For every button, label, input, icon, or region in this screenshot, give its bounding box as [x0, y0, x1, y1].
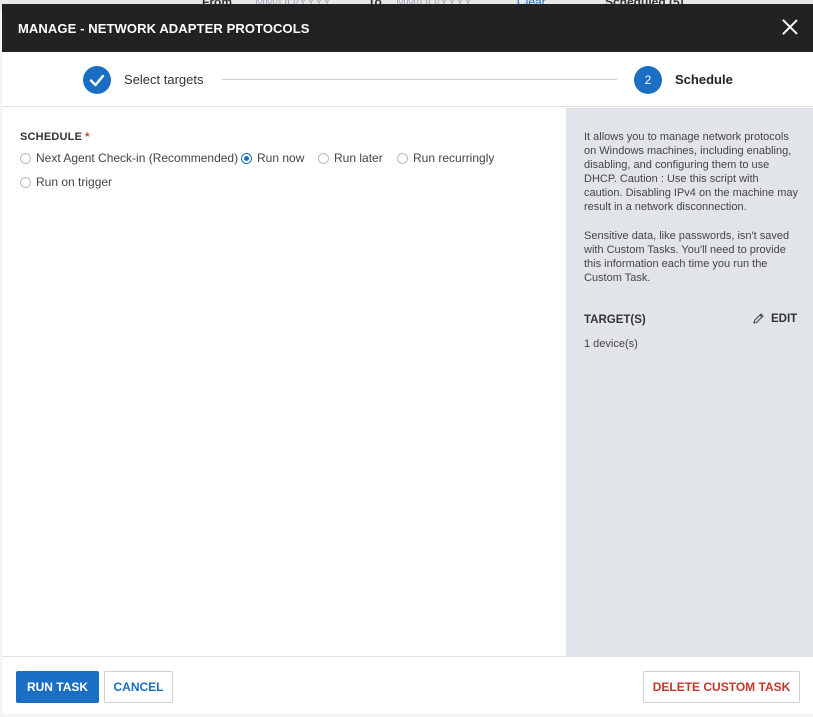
edit-targets-button[interactable]: EDIT — [752, 312, 797, 325]
schedule-label-text: SCHEDULE — [20, 131, 83, 143]
task-description: It allows you to manage network protocol… — [584, 130, 799, 285]
stepper: Select targets 2 Schedule — [2, 52, 813, 107]
description-text: It allows you to manage network protocol… — [584, 131, 799, 214]
radio-label: Run now — [257, 151, 305, 165]
manage-modal: MANAGE - NETWORK ADAPTER PROTOCOLS Selec… — [2, 4, 813, 714]
radio-run-on-trigger[interactable]: Run on trigger — [20, 175, 112, 189]
radio-label: Next Agent Check-in (Recommended) — [36, 151, 239, 165]
radio-next-agent-checkin[interactable]: Next Agent Check-in (Recommended) — [20, 151, 238, 165]
step-schedule-label: Schedule — [675, 72, 733, 87]
run-task-button[interactable]: RUN TASK — [16, 671, 99, 703]
targets-count: 1 device(s) — [584, 338, 638, 350]
modal-footer: RUN TASK CANCEL DELETE CUSTOM TASK — [2, 656, 813, 714]
modal-header: MANAGE - NETWORK ADAPTER PROTOCOLS — [2, 4, 813, 52]
info-side-panel: It allows you to manage network protocol… — [566, 108, 813, 656]
radio-circle[interactable] — [318, 152, 329, 164]
radio-circle[interactable] — [20, 176, 31, 188]
cancel-button[interactable]: CANCEL — [104, 671, 173, 703]
schedule-label: SCHEDULE * — [20, 131, 90, 143]
modal-title: MANAGE - NETWORK ADAPTER PROTOCOLS — [18, 21, 310, 36]
step-select-targets-circle[interactable] — [83, 66, 111, 94]
step-select-targets-label[interactable]: Select targets — [124, 72, 204, 87]
radio-run-now[interactable]: Run now — [241, 151, 304, 165]
step-schedule-circle: 2 — [634, 66, 662, 94]
radio-circle[interactable] — [241, 152, 252, 164]
sensitive-data-note: Sensitive data, like passwords, isn't sa… — [584, 229, 790, 284]
required-marker: * — [85, 131, 90, 143]
radio-run-recurringly[interactable]: Run recurringly — [397, 151, 494, 165]
radio-circle[interactable] — [397, 152, 408, 164]
radio-run-later[interactable]: Run later — [318, 151, 383, 165]
targets-title: TARGET(S) — [584, 314, 646, 326]
pencil-icon — [753, 313, 764, 324]
edit-label: EDIT — [771, 312, 798, 325]
radio-label: Run recurringly — [413, 151, 495, 165]
radio-circle[interactable] — [20, 152, 31, 164]
schedule-panel: SCHEDULE * Next Agent Check-in (Recommend… — [2, 108, 566, 656]
close-icon[interactable] — [781, 18, 799, 36]
delete-custom-task-button[interactable]: DELETE CUSTOM TASK — [643, 671, 800, 703]
check-icon — [89, 74, 105, 87]
stepper-divider — [222, 79, 617, 80]
radio-label: Run on trigger — [36, 175, 113, 189]
radio-label: Run later — [334, 151, 383, 165]
